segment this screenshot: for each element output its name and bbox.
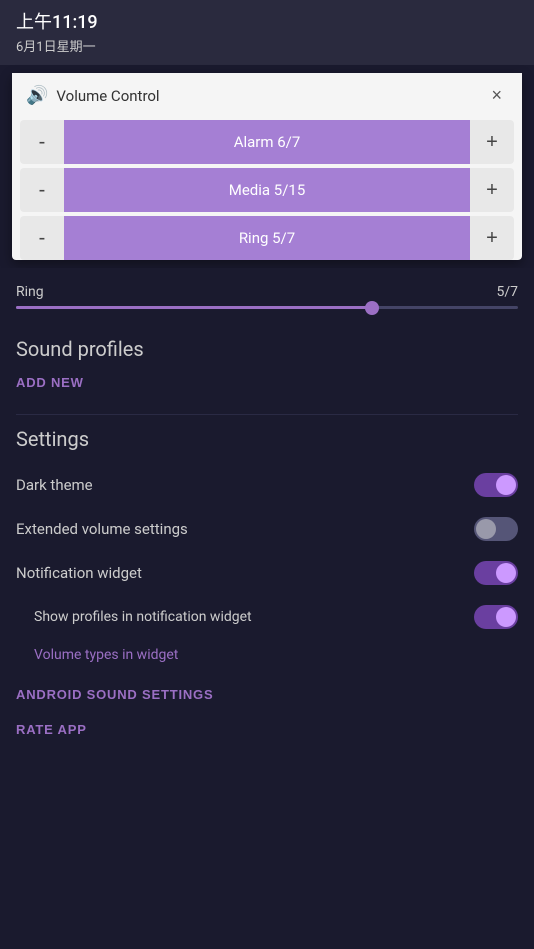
ring-slider-fill xyxy=(16,306,372,309)
alarm-plus-button[interactable]: + xyxy=(470,120,514,164)
ring-minus-button[interactable]: - xyxy=(20,216,64,260)
android-sound-settings-button[interactable]: ANDROID SOUND SETTINGS xyxy=(16,679,213,710)
volume-popup-header: 🔊 Volume Control × xyxy=(12,73,522,116)
status-date: 6月1日星期一 xyxy=(16,36,518,55)
notification-widget-row: Notification widget xyxy=(16,551,518,595)
ring-slider-thumb xyxy=(365,301,379,315)
ring-slider-label-row: Ring 5/7 xyxy=(16,284,518,300)
close-button[interactable]: × xyxy=(485,83,508,108)
notification-widget-toggle[interactable] xyxy=(474,561,518,585)
alarm-row: - Alarm 6/7 + xyxy=(20,120,514,164)
status-bar: 上午11:19 6月1日星期一 xyxy=(0,0,534,65)
media-row: - Media 5/15 + xyxy=(20,168,514,212)
status-time: 上午11:19 xyxy=(16,8,518,34)
show-profiles-label: Show profiles in notification widget xyxy=(34,609,252,625)
ring-value: 5/7 xyxy=(496,284,518,300)
media-plus-button[interactable]: + xyxy=(470,168,514,212)
dark-theme-row: Dark theme xyxy=(16,463,518,507)
volume-popup-title-row: 🔊 Volume Control xyxy=(26,85,160,106)
main-content: Ring 5/7 Sound profiles ADD NEW Settings… xyxy=(0,268,534,745)
extended-volume-toggle[interactable] xyxy=(474,517,518,541)
volume-popup: 🔊 Volume Control × - Alarm 6/7 + - Media… xyxy=(12,73,522,260)
volume-types-link[interactable]: Volume types in widget xyxy=(16,639,518,671)
show-profiles-row: Show profiles in notification widget xyxy=(16,595,518,639)
show-profiles-toggle[interactable] xyxy=(474,605,518,629)
ring-slider-section: Ring 5/7 xyxy=(16,268,518,325)
add-new-button[interactable]: ADD NEW xyxy=(16,371,84,394)
dark-theme-label: Dark theme xyxy=(16,476,93,494)
dark-theme-toggle[interactable] xyxy=(474,473,518,497)
dark-theme-toggle-thumb xyxy=(496,475,516,495)
rate-app-button[interactable]: RATE APP xyxy=(16,714,87,745)
sound-profiles-title: Sound profiles xyxy=(16,337,518,361)
volume-icon: 🔊 xyxy=(26,85,48,106)
extended-volume-toggle-thumb xyxy=(476,519,496,539)
media-bar: Media 5/15 xyxy=(64,168,470,212)
extended-volume-label: Extended volume settings xyxy=(16,520,188,538)
settings-title: Settings xyxy=(16,427,518,451)
alarm-bar: Alarm 6/7 xyxy=(64,120,470,164)
extended-volume-row: Extended volume settings xyxy=(16,507,518,551)
notification-widget-label: Notification widget xyxy=(16,564,142,582)
alarm-minus-button[interactable]: - xyxy=(20,120,64,164)
ring-bar: Ring 5/7 xyxy=(64,216,470,260)
ring-row: - Ring 5/7 + xyxy=(20,216,514,260)
volume-popup-title: Volume Control xyxy=(56,87,159,105)
media-minus-button[interactable]: - xyxy=(20,168,64,212)
notification-widget-toggle-thumb xyxy=(496,563,516,583)
ring-plus-button[interactable]: + xyxy=(470,216,514,260)
ring-slider-track[interactable] xyxy=(16,306,518,309)
ring-label: Ring xyxy=(16,284,44,300)
divider-1 xyxy=(16,414,518,415)
show-profiles-toggle-thumb xyxy=(496,607,516,627)
